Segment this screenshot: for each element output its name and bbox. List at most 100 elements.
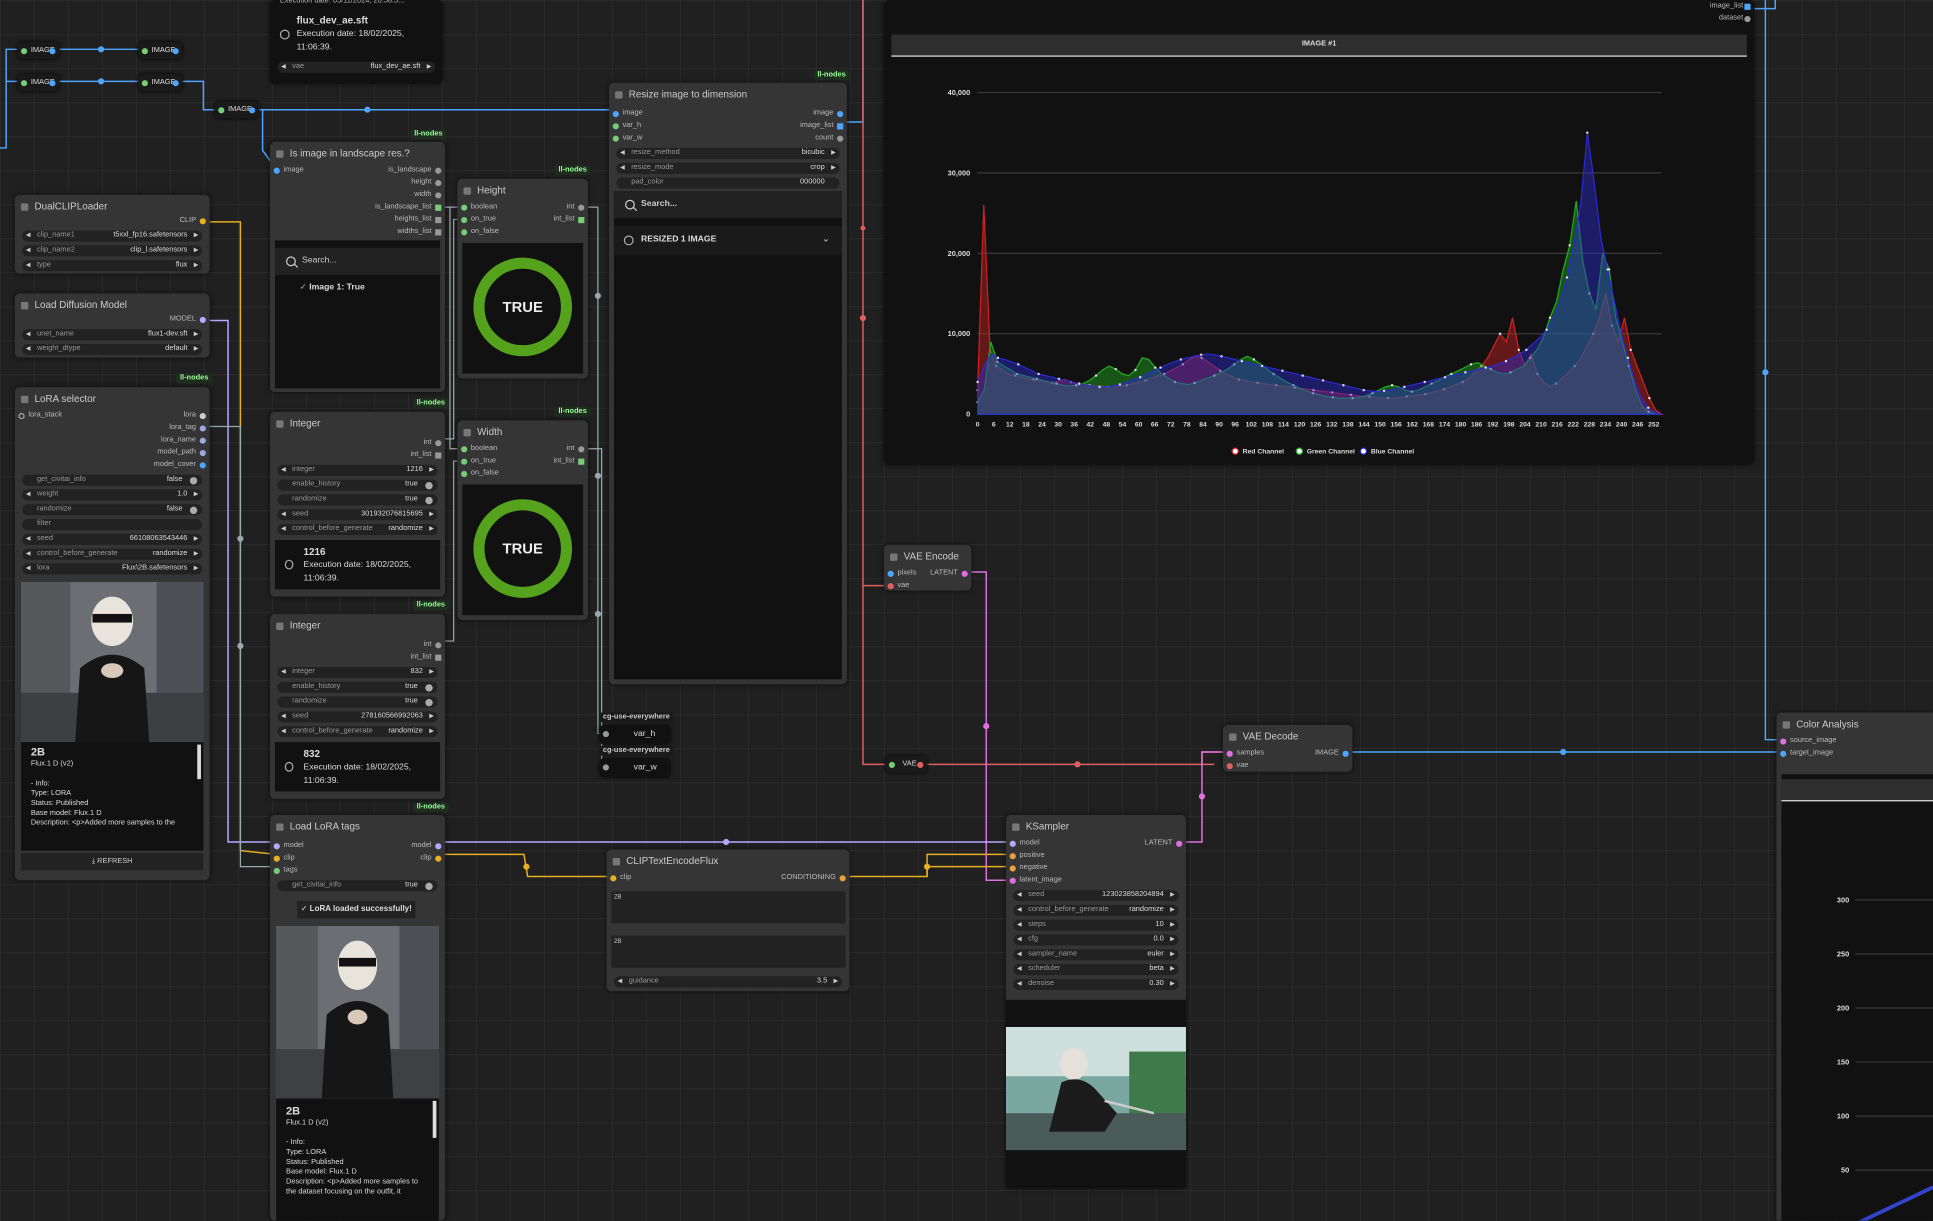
- integer-height-node[interactable]: Integer int int_list integer 1216 enable_…: [269, 411, 446, 597]
- output-slot[interactable]: [199, 424, 206, 431]
- negative-input-slot[interactable]: [1009, 864, 1016, 871]
- vae-decode-node[interactable]: VAE Decode samples IMAGE vae: [1222, 724, 1353, 772]
- filter-input[interactable]: filter: [22, 519, 203, 531]
- randomize-toggle[interactable]: randomize true: [277, 696, 438, 708]
- reroute-image-3[interactable]: IMAGE: [17, 73, 60, 92]
- lora-widget[interactable]: lora Flux\2B.safetensors: [22, 563, 203, 575]
- integer-widget[interactable]: integer 832: [277, 666, 438, 679]
- output-slot[interactable]: [578, 216, 585, 223]
- clip-text-encode-flux-node[interactable]: CLIPTextEncodeFlux clip CONDITIONING 2B 2…: [606, 849, 850, 992]
- model-input-slot[interactable]: [1009, 840, 1016, 847]
- dual-clip-loader-node[interactable]: DualCLIPLoader CLIP clip_name1t5xxl_fp16…: [14, 194, 210, 274]
- clip-name1-widget[interactable]: clip_name1 t5xxl_fp16.safetensors: [22, 230, 203, 242]
- control-before-generate-widget[interactable]: control_before_generate randomize: [1013, 904, 1179, 916]
- width-node[interactable]: Width boolean int on_true int_list on_fals…: [457, 420, 589, 621]
- reroute-image-2[interactable]: IMAGE: [138, 41, 183, 60]
- vae-input-slot[interactable]: [887, 582, 894, 589]
- pad-color-input[interactable]: pad_color 000000: [616, 177, 840, 189]
- scrollbar[interactable]: [197, 744, 201, 780]
- output-slot[interactable]: [435, 654, 442, 661]
- color-analysis-node[interactable]: Color Analysis source_image target_image…: [1776, 712, 1933, 1221]
- enable-history-toggle[interactable]: enable_history true: [277, 479, 438, 491]
- positive-input-slot[interactable]: [1009, 852, 1016, 859]
- seed-widget[interactable]: seed 123023858204894: [1013, 890, 1179, 902]
- pixels-input-slot[interactable]: [887, 570, 894, 577]
- clip-name2-widget[interactable]: clip_name2 clip_l.safetensors: [22, 245, 203, 257]
- weight-dtype-widget[interactable]: weight_dtype default: [22, 343, 203, 356]
- scheduler-widget[interactable]: scheduler beta: [1013, 964, 1179, 976]
- integer-width-node[interactable]: Integer int int_list integer 832 enable_h…: [269, 613, 446, 799]
- image-input-slot[interactable]: [612, 110, 619, 117]
- reroute-image-5[interactable]: IMAGE: [214, 101, 259, 119]
- output-slot[interactable]: [1744, 3, 1751, 10]
- output-slot[interactable]: [578, 204, 585, 211]
- image-input-slot[interactable]: [273, 167, 280, 174]
- denoise-widget[interactable]: denoise 0.30: [1013, 978, 1179, 990]
- output-slot[interactable]: [435, 191, 442, 198]
- weight-widget[interactable]: weight 1.0: [22, 489, 203, 501]
- output-slot[interactable]: [199, 437, 206, 444]
- output-slot[interactable]: [435, 179, 442, 186]
- cfg-widget[interactable]: cfg 0.0: [1013, 934, 1179, 946]
- latent-output-slot[interactable]: [1176, 840, 1183, 847]
- ksampler-node[interactable]: KSampler model LATENT positive negative l…: [1005, 814, 1186, 1189]
- latent-output-slot[interactable]: [961, 570, 968, 577]
- reroute-image-4[interactable]: IMAGE: [138, 73, 183, 92]
- output-slot[interactable]: [837, 122, 844, 129]
- control-before-generate-widget[interactable]: control_before_generate randomize: [277, 523, 438, 536]
- var-h-broadcast-node[interactable]: var_h: [599, 724, 671, 745]
- output-slot[interactable]: [837, 134, 844, 142]
- output-slot[interactable]: [435, 451, 442, 458]
- landscape-check-node[interactable]: Is image in landscape res.? image is_land…: [269, 141, 446, 393]
- boolean-input-slot[interactable]: [461, 445, 468, 452]
- height-node[interactable]: Height boolean int on_true int_list on_fal…: [457, 178, 589, 379]
- control-before-generate-widget[interactable]: control_before_generate randomize: [22, 548, 203, 560]
- reroute-image-1[interactable]: IMAGE: [17, 41, 60, 60]
- var-w-input-slot[interactable]: [612, 134, 619, 142]
- output-slot[interactable]: [199, 412, 206, 419]
- steps-widget[interactable]: steps 10: [1013, 919, 1179, 931]
- sampler-name-widget[interactable]: sampler_name euler: [1013, 949, 1179, 961]
- on-true-input-slot[interactable]: [461, 457, 468, 465]
- var-w-input-slot[interactable]: [602, 764, 610, 771]
- samples-input-slot[interactable]: [1226, 750, 1233, 757]
- vae-loader-node[interactable]: Execution date: 05/11/2024, 20:58:5... f…: [269, 0, 443, 84]
- var-w-broadcast-node[interactable]: var_w: [599, 758, 671, 778]
- output-slot[interactable]: [435, 216, 442, 223]
- refresh-button[interactable]: ⤓ REFRESH: [20, 853, 204, 871]
- boolean-input-slot[interactable]: [461, 204, 468, 211]
- on-false-input-slot[interactable]: [461, 470, 468, 477]
- output-slot[interactable]: [578, 457, 585, 465]
- lora-selector-node[interactable]: LoRA selector lora_stack lora lora_tag lo…: [14, 387, 210, 881]
- output-slot[interactable]: [435, 228, 442, 235]
- reroute-vae[interactable]: VAE: [885, 755, 928, 773]
- seed-widget[interactable]: seed 301932076815695: [277, 509, 438, 521]
- clip-input-slot[interactable]: [610, 874, 617, 881]
- randomize-toggle[interactable]: randomize true: [277, 494, 438, 506]
- output-slot[interactable]: [435, 167, 442, 174]
- type-widget[interactable]: type flux: [22, 260, 203, 272]
- output-slot[interactable]: [199, 461, 206, 468]
- resize-mode-widget[interactable]: resize_mode crop: [616, 162, 840, 174]
- enable-history-toggle[interactable]: enable_history true: [277, 681, 438, 693]
- load-lora-tags-node[interactable]: Load LoRA tags model model clip clip tags …: [269, 814, 446, 1221]
- resized-summary[interactable]: RESIZED 1 IMAGE ⌄: [613, 225, 843, 256]
- load-diffusion-model-node[interactable]: Load Diffusion Model MODEL unet_nameflux…: [14, 293, 210, 358]
- get-civitai-info-toggle[interactable]: get_civitai_info false: [22, 474, 203, 486]
- model-input-slot[interactable]: [273, 842, 280, 849]
- target-image-input-slot[interactable]: [1780, 750, 1787, 757]
- t5xxl-textarea[interactable]: 2B: [611, 935, 846, 968]
- output-slot[interactable]: [837, 110, 844, 117]
- clip-output-slot[interactable]: [435, 854, 442, 862]
- image-output-slot[interactable]: [1342, 750, 1349, 757]
- get-civitai-info-toggle[interactable]: get_civitai_info true: [277, 880, 438, 892]
- clip-output-slot[interactable]: [199, 217, 206, 224]
- source-image-input-slot[interactable]: [1780, 737, 1787, 744]
- output-slot[interactable]: [435, 641, 442, 648]
- latent-image-input-slot[interactable]: [1009, 877, 1016, 884]
- var-h-input-slot[interactable]: [602, 731, 610, 738]
- output-slot[interactable]: [435, 204, 442, 211]
- guidance-widget[interactable]: guidance 3.5: [613, 976, 843, 988]
- result-search[interactable]: Search...: [274, 247, 441, 275]
- on-true-input-slot[interactable]: [461, 216, 468, 223]
